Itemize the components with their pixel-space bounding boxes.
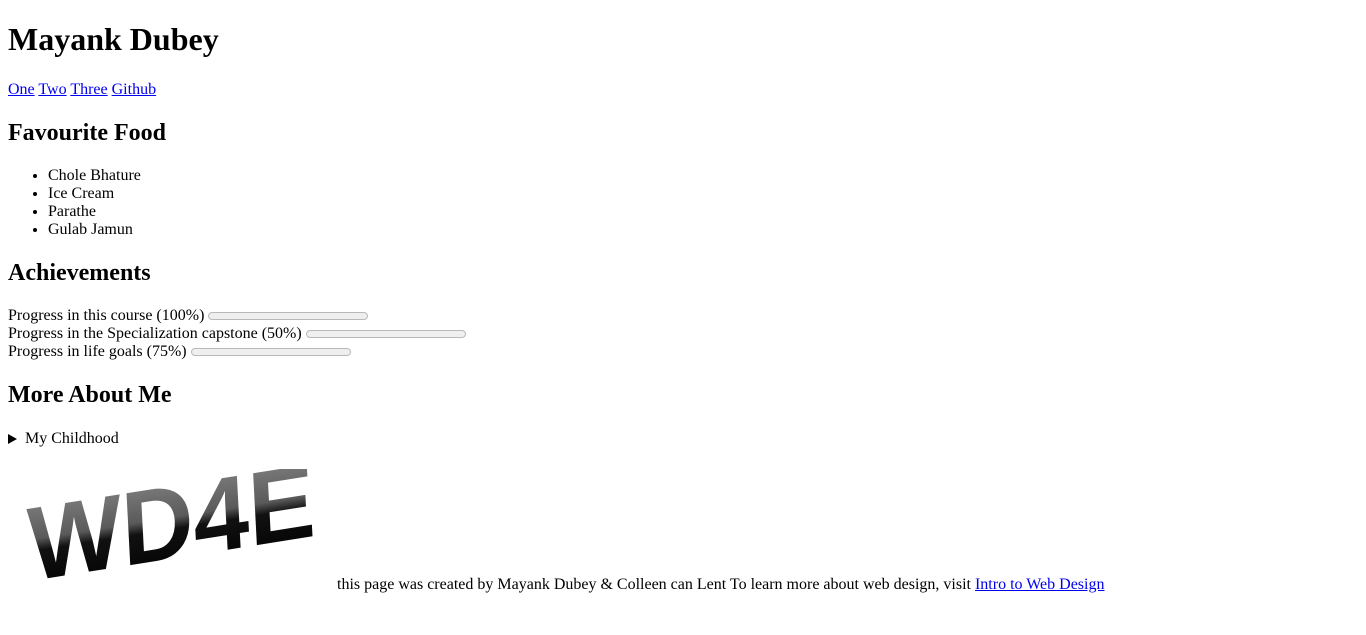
footer: WD4E this page was created by Mayank Dub… xyxy=(8,465,1208,595)
list-item: Chole Bhature xyxy=(48,167,1358,185)
progress-row: Progress in life goals (75%) xyxy=(8,343,1358,361)
page-title: Mayank Dubey xyxy=(8,21,219,57)
favourite-food-heading: Favourite Food xyxy=(8,120,166,146)
logo-text: WD4E xyxy=(25,469,318,589)
progress-row: Progress in the Specialization capstone … xyxy=(8,325,1358,343)
list-item: Parathe xyxy=(48,203,1358,221)
footer-text: this page was created by Mayank Dubey & … xyxy=(337,576,971,593)
nav-link-github[interactable]: Github xyxy=(112,81,156,98)
progress-row: Progress in this course (100%) xyxy=(8,307,1358,325)
achievements-heading: Achievements xyxy=(8,260,151,286)
footer-credits: this page was created by Mayank Dubey & … xyxy=(337,576,1104,594)
list-item: Gulab Jamun xyxy=(48,221,1358,239)
wd4e-logo: WD4E xyxy=(25,469,318,589)
progress-label: Progress in the Specialization capstone … xyxy=(8,325,302,342)
progress-list: Progress in this course (100%) Progress … xyxy=(8,307,1358,361)
details-summary[interactable]: My Childhood xyxy=(25,430,119,448)
progress-bar-course xyxy=(208,312,369,320)
progress-bar-life-goals xyxy=(190,348,351,356)
childhood-details-toggle[interactable]: My Childhood xyxy=(8,430,1358,448)
food-list: Chole Bhature Ice Cream Parathe Gulab Ja… xyxy=(8,167,1358,239)
progress-label: Progress in life goals (75%) xyxy=(8,343,187,360)
nav-bar: One Two Three Github xyxy=(8,80,1358,99)
intro-web-design-link[interactable]: Intro to Web Design xyxy=(975,576,1105,593)
nav-link-two[interactable]: Two xyxy=(38,81,66,98)
page-content: Mayank Dubey One Two Three Github Favour… xyxy=(0,21,1366,448)
progress-bar-capstone xyxy=(305,330,466,338)
nav-link-one[interactable]: One xyxy=(8,81,35,98)
more-about-me-heading: More About Me xyxy=(8,382,172,408)
disclosure-triangle-icon[interactable] xyxy=(8,434,17,444)
progress-label: Progress in this course (100%) xyxy=(8,307,205,324)
list-item: Ice Cream xyxy=(48,185,1358,203)
nav-link-three[interactable]: Three xyxy=(70,81,107,98)
